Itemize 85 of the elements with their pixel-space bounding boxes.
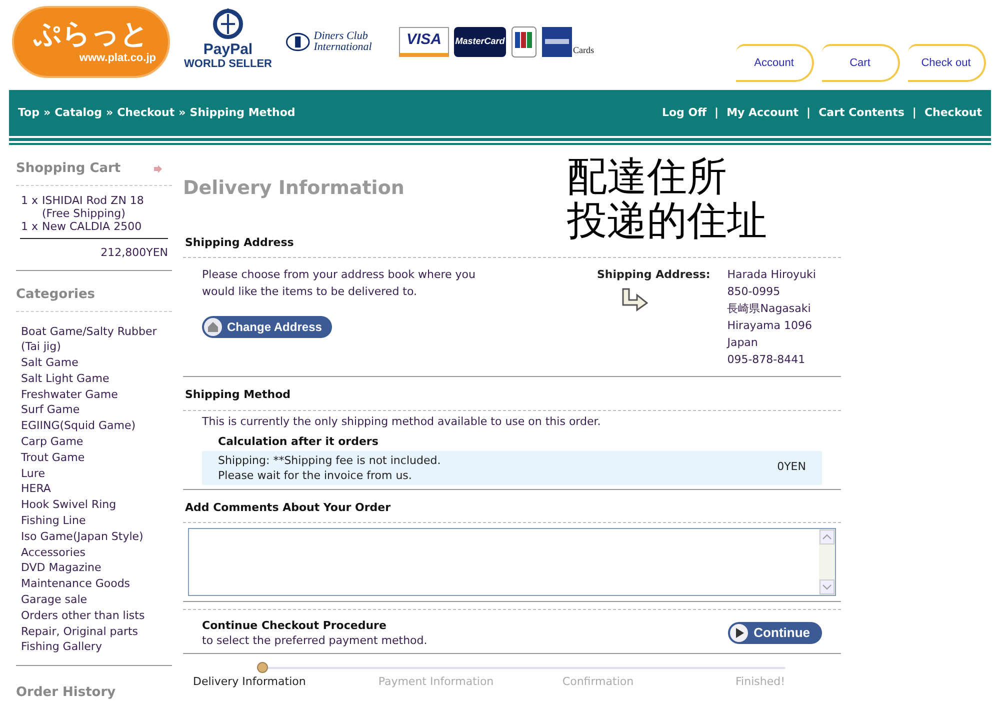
shipping-option-title: Calculation after it orders — [217, 434, 380, 450]
section-heading: Add Comments About Your Order — [183, 500, 841, 523]
category-link[interactable]: Lure — [21, 466, 167, 482]
category-link[interactable]: Orders other than lists — [21, 608, 167, 624]
header-tab[interactable]: Account — [736, 44, 814, 82]
shipping-option-row[interactable]: Shipping: **Shipping fee is not included. Please wait for the invoice from us. 0YEN — [202, 450, 822, 484]
logo-text: ぷらっと — [33, 18, 149, 50]
step-label: Confirmation — [562, 675, 634, 689]
page-title: Delivery Information — [183, 176, 404, 201]
address-line: 850-0995 — [727, 284, 782, 300]
category-link[interactable]: Garage sale — [21, 592, 167, 608]
cards-caption: Cards — [573, 44, 594, 56]
category-link[interactable]: Salt Light Game — [21, 370, 167, 387]
cart-total: 212,800YEN — [100, 244, 168, 260]
annotation-text: 配達住所 — [567, 155, 728, 199]
link-separator: | — [806, 104, 811, 121]
cart-item-link[interactable]: New CALDIA 2500 — [42, 220, 142, 232]
address-line: Hirayama 1096 — [727, 318, 814, 334]
category-link[interactable]: EGIING(Squid Game) — [21, 418, 167, 434]
category-link[interactable]: Salt Game — [21, 355, 167, 371]
category-link[interactable]: DVD Magazine — [21, 560, 167, 576]
shipping-option-text: Please wait for the invoice from us. — [218, 468, 413, 482]
address-line: 長崎県Nagasaki — [727, 301, 812, 317]
category-link[interactable]: Freshwater Game — [21, 386, 167, 402]
change-address-button[interactable]: Change Address — [202, 316, 332, 338]
breadcrumb-link[interactable]: Catalog — [54, 104, 102, 122]
breadcrumb-link[interactable]: Top — [18, 104, 40, 122]
category-link[interactable]: Surf Game — [21, 402, 167, 418]
header-tab[interactable]: Cart — [822, 44, 900, 82]
category-link[interactable]: Fishing Gallery — [21, 639, 167, 656]
header-tab[interactable]: Check out — [908, 44, 986, 82]
category-link[interactable]: Boat Game/Salty Rubber (Tai jig) — [21, 324, 167, 356]
card-logo: Diners Club International — [314, 31, 373, 53]
paypal-logo: PayPal — [203, 42, 253, 58]
link-separator: | — [714, 104, 719, 121]
paypal-subtitle-text: WORLD SELLER — [184, 58, 272, 71]
category-link[interactable]: Carp Game — [21, 434, 167, 450]
address-line: Japan — [727, 335, 759, 351]
category-link[interactable]: Fishing Line — [21, 513, 167, 529]
nav-link[interactable]: Checkout — [924, 104, 982, 122]
cart-item-link[interactable]: ISHIDAI Rod ZN 18 — [42, 194, 144, 206]
sidebar-heading: Order History — [16, 684, 116, 702]
nav-link[interactable]: Cart Contents — [818, 104, 904, 122]
continue-button[interactable]: Continue — [728, 622, 822, 644]
comments-field[interactable] — [188, 528, 836, 596]
play-icon — [730, 624, 748, 642]
category-link[interactable]: Accessories — [21, 544, 167, 560]
shipping-price: 0YEN — [777, 459, 806, 476]
shipping-note: (Free Shipping) — [42, 206, 126, 220]
continue-title: Continue Checkout Procedure — [202, 618, 388, 633]
sidebar-heading: Shopping Cart — [16, 160, 121, 178]
nav-link[interactable]: Log Off — [662, 104, 707, 122]
category-link[interactable]: HERA — [21, 481, 167, 498]
address-line: 095-878-8441 — [727, 352, 806, 368]
arrow-right-icon — [154, 164, 162, 173]
nav-link[interactable]: My Account — [726, 104, 799, 122]
address-label: Shipping Address: — [597, 267, 710, 283]
logo-url: www.plat.co.jp — [79, 50, 156, 66]
category-link[interactable]: Maintenance Goods — [21, 576, 167, 592]
breadcrumb-separator: » — [178, 104, 186, 121]
item-quantity: 1 x — [21, 194, 38, 208]
category-link[interactable]: Repair, Original parts — [21, 624, 167, 640]
item-quantity: 1 x — [21, 220, 38, 232]
breadcrumb-link[interactable]: Checkout — [117, 104, 175, 122]
sidebar-heading: Categories — [16, 286, 96, 304]
shipping-option-text: Shipping: **Shipping fee is not included. — [218, 452, 441, 468]
category-link[interactable]: Trout Game — [21, 450, 167, 466]
home-icon — [204, 318, 222, 336]
category-link[interactable]: Hook Swivel Ring — [21, 497, 167, 514]
section-heading: Shipping Method — [183, 387, 841, 410]
continue-text: to select the preferred payment method. — [202, 633, 428, 648]
breadcrumb-link[interactable]: Shipping Method — [190, 104, 296, 122]
shipping-method-text: This is currently the only shipping method available to use on this order. — [201, 414, 602, 428]
mastercard-logo: MasterCard — [454, 27, 506, 57]
step-label: Finished! — [736, 675, 785, 689]
breadcrumb-separator: » — [106, 104, 114, 121]
address-instructions: Please choose from your address book where you would like the items to be delivered to. — [202, 267, 477, 300]
category-link[interactable]: Iso Game(Japan Style) — [21, 528, 167, 545]
link-separator: | — [912, 104, 916, 121]
visa-card-logo: VISA — [399, 27, 449, 57]
step-label: Payment Information — [378, 675, 494, 689]
step-label: Delivery Information — [193, 675, 306, 689]
scrollbar-icon — [819, 529, 835, 595]
address-line: Harada Hiroyuki — [727, 267, 816, 283]
breadcrumb-separator: » — [43, 104, 51, 121]
